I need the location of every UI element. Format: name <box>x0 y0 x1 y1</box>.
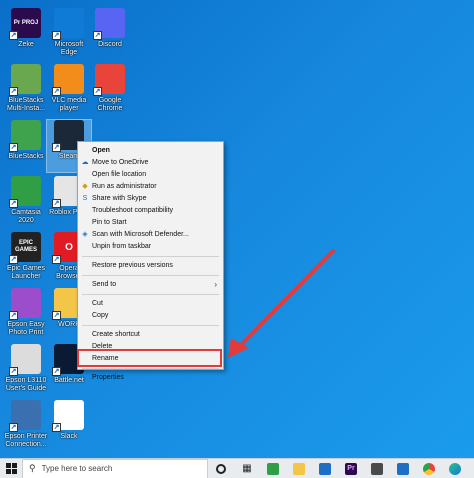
menu-item-label: Copy <box>92 312 109 319</box>
taskbar: ⚲ Type here to search ▦ Pr <box>0 458 474 478</box>
menu-item-label: Move to OneDrive <box>92 159 149 166</box>
menu-item-cut[interactable]: Cut <box>78 298 223 310</box>
windows-logo-icon <box>5 463 17 474</box>
skype-icon: S <box>82 195 88 202</box>
context-menu: Open ☁ Move to OneDrive Open file location ◆… <box>77 141 224 381</box>
menu-item-properties[interactable]: Properties <box>78 372 223 384</box>
menu-separator <box>82 325 219 326</box>
menu-item-move-to-onedrive[interactable]: ☁ Move to OneDrive <box>78 157 223 169</box>
menu-item-label: Open file location <box>92 171 147 178</box>
start-button[interactable] <box>0 459 22 478</box>
menu-item-label: Restore previous versions <box>92 262 173 269</box>
menu-item-label: Pin to Start <box>92 219 127 226</box>
menu-item-restore-previous-versions[interactable]: Restore previous versions <box>78 260 223 272</box>
menu-item-create-shortcut[interactable]: Create shortcut <box>78 329 223 341</box>
search-icon: ⚲ <box>29 463 36 473</box>
menu-item-rename[interactable]: Rename <box>78 353 223 365</box>
menu-item-label: Properties <box>92 374 124 381</box>
mail-icon[interactable] <box>312 459 338 478</box>
task-view-icon[interactable]: ▦ <box>234 459 260 478</box>
calendar-icon[interactable] <box>390 459 416 478</box>
chrome-taskbar-icon[interactable] <box>416 459 442 478</box>
shield-icon: ◆ <box>82 183 88 190</box>
taskbar-search-box[interactable]: ⚲ Type here to search <box>22 458 208 478</box>
menu-item-label: Scan with Microsoft Defender... <box>92 231 189 238</box>
menu-item-label: Create shortcut <box>92 331 140 338</box>
camtasia-taskbar-icon[interactable] <box>260 459 286 478</box>
menu-item-send-to[interactable]: Send to › <box>78 279 223 291</box>
submenu-chevron-icon: › <box>214 280 217 289</box>
menu-item-open-file-location[interactable]: Open file location <box>78 169 223 181</box>
premiere-taskbar-icon[interactable]: Pr <box>338 459 364 478</box>
menu-item-scan-with-microsoft-defender[interactable]: ◈ Scan with Microsoft Defender... <box>78 229 223 241</box>
menu-separator <box>82 256 219 257</box>
menu-item-open[interactable]: Open <box>78 145 223 157</box>
menu-item-label: Rename <box>92 355 119 362</box>
menu-item-label: Run as administrator <box>92 183 157 190</box>
menu-separator <box>82 368 219 369</box>
onedrive-icon: ☁ <box>81 159 89 166</box>
edge-taskbar-icon[interactable] <box>442 459 468 478</box>
search-placeholder: Type here to search <box>41 464 113 473</box>
menu-item-label: Troubleshoot compatibility <box>92 207 174 214</box>
menu-separator <box>82 294 219 295</box>
menu-item-label: Delete <box>92 343 113 350</box>
menu-item-label: Open <box>92 147 110 154</box>
menu-item-delete[interactable]: Delete <box>78 341 223 353</box>
menu-item-copy[interactable]: Copy <box>78 310 223 322</box>
menu-item-label: Share with Skype <box>92 195 147 202</box>
menu-item-unpin-from-taskbar[interactable]: Unpin from taskbar <box>78 241 223 253</box>
file-explorer-icon[interactable] <box>286 459 312 478</box>
menu-item-run-as-administrator[interactable]: ◆ Run as administrator <box>78 181 223 193</box>
defender-icon: ◈ <box>82 231 88 238</box>
store-icon[interactable] <box>364 459 390 478</box>
menu-item-label: Unpin from taskbar <box>92 243 152 250</box>
menu-item-pin-to-start[interactable]: Pin to Start <box>78 217 223 229</box>
menu-item-label: Send to <box>92 281 117 288</box>
cortana-icon[interactable] <box>208 459 234 478</box>
menu-separator <box>82 275 219 276</box>
menu-item-label: Cut <box>92 300 103 307</box>
menu-item-troubleshoot-compatibility[interactable]: Troubleshoot compatibility <box>78 205 223 217</box>
desktop: Pr PROJ ↗ Zeke ↗ Microsoft Edge ↗ Discord ↗ Blue… <box>0 0 474 458</box>
annotation-arrow <box>228 249 335 358</box>
menu-item-share-with-skype[interactable]: S Share with Skype <box>78 193 223 205</box>
